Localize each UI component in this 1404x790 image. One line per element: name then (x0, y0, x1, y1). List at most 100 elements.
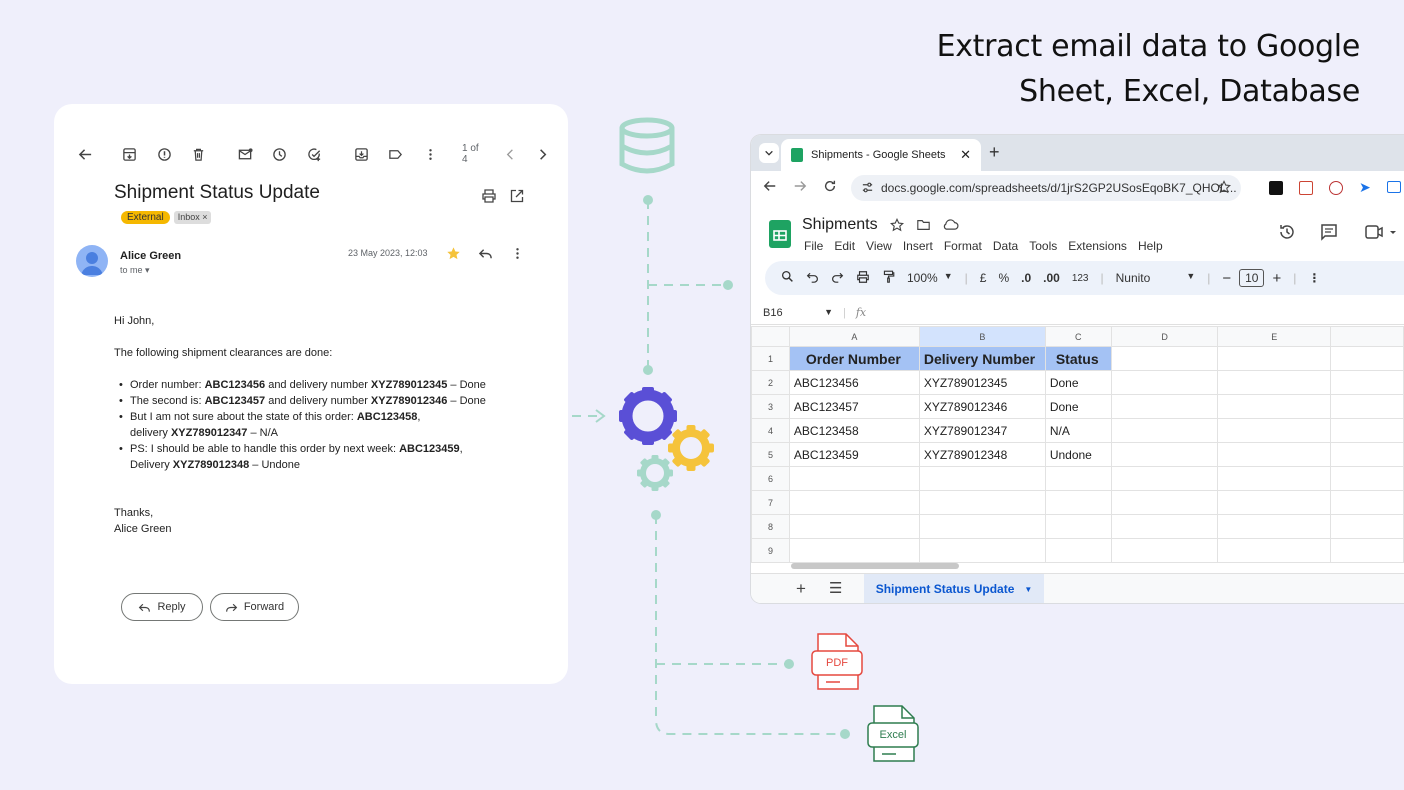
cell[interactable] (918, 490, 1046, 515)
mark-unread-icon[interactable] (235, 144, 255, 164)
cell[interactable] (918, 514, 1046, 539)
sender-name[interactable]: Alice Green (120, 250, 181, 262)
cell[interactable] (1330, 394, 1404, 419)
browser-tab[interactable]: Shipments - Google Sheets ✕ (781, 139, 981, 171)
menu-insert[interactable]: Insert (903, 239, 933, 253)
cell[interactable] (788, 490, 920, 515)
name-box[interactable]: B16 ▼ (751, 307, 833, 319)
cell[interactable] (1110, 394, 1219, 419)
new-tab-icon[interactable]: + (989, 142, 1000, 163)
label-icon[interactable] (386, 144, 406, 164)
number-format-button[interactable]: 123 (1072, 273, 1089, 284)
cell[interactable] (788, 538, 920, 563)
cell[interactable]: ABC123457 (788, 394, 920, 419)
column-header-c[interactable]: C (1044, 326, 1112, 347)
tab-search-icon[interactable] (759, 143, 779, 163)
cell[interactable] (1330, 418, 1404, 443)
cell[interactable]: ABC123458 (788, 418, 920, 443)
increase-font-size-button[interactable]: + (1272, 270, 1281, 287)
cell-header-status[interactable]: Status (1044, 346, 1112, 371)
cell[interactable] (1217, 538, 1332, 563)
menu-format[interactable]: Format (944, 239, 982, 253)
address-bar[interactable]: docs.google.com/spreadsheets/d/1jrS2GP2U… (851, 175, 1241, 201)
forward-button[interactable]: Forward (210, 593, 299, 621)
snooze-icon[interactable] (270, 144, 290, 164)
version-history-icon[interactable] (1278, 223, 1296, 246)
cell[interactable]: XYZ789012348 (918, 442, 1046, 467)
cell[interactable] (1110, 538, 1219, 563)
paint-format-icon[interactable] (882, 270, 895, 286)
browser-back-icon[interactable] (763, 179, 777, 198)
newer-chevron-icon[interactable] (501, 144, 521, 164)
select-all-corner[interactable] (751, 326, 790, 347)
extension-icon[interactable] (1299, 181, 1313, 195)
row-header[interactable]: 8 (751, 514, 790, 539)
message-more-icon[interactable] (510, 246, 525, 266)
more-options-icon[interactable]: ⋮ (1308, 271, 1320, 285)
cell[interactable] (1330, 346, 1404, 371)
horizontal-scrollbar[interactable] (791, 563, 959, 569)
cell[interactable] (918, 466, 1046, 491)
cell[interactable] (1330, 514, 1404, 539)
tag-inbox[interactable]: Inbox × (173, 211, 212, 224)
cell[interactable] (1110, 514, 1219, 539)
cell[interactable]: XYZ789012345 (918, 370, 1046, 395)
cell[interactable] (918, 538, 1046, 563)
tag-external[interactable]: External (121, 211, 170, 224)
column-header-e[interactable]: E (1217, 326, 1332, 347)
sheet-tab-dropdown-icon[interactable]: ▼ (1024, 585, 1032, 594)
cell[interactable] (1044, 514, 1112, 539)
column-header-b[interactable]: B (918, 326, 1046, 347)
cloud-status-icon[interactable] (942, 218, 959, 236)
meet-icon[interactable] (1364, 223, 1404, 246)
zoom-select[interactable]: 100% ▼ (907, 271, 953, 285)
sheet-tab[interactable]: Shipment Status Update ▼ (864, 574, 1044, 603)
cell[interactable] (1110, 466, 1219, 491)
cell[interactable] (1330, 442, 1404, 467)
cell[interactable] (1217, 466, 1332, 491)
extension-icon[interactable]: ➤ (1359, 179, 1371, 196)
cell[interactable]: Done (1044, 370, 1112, 395)
cell[interactable]: ABC123456 (788, 370, 920, 395)
cell[interactable]: Done (1044, 394, 1112, 419)
cell[interactable] (788, 466, 920, 491)
column-header-d[interactable]: D (1110, 326, 1219, 347)
cell[interactable] (1217, 490, 1332, 515)
cell-header-order[interactable]: Order Number (788, 346, 920, 371)
menu-extensions[interactable]: Extensions (1068, 239, 1127, 253)
menu-view[interactable]: View (866, 239, 892, 253)
cell[interactable] (1110, 418, 1219, 443)
site-settings-icon[interactable] (861, 181, 874, 197)
cell[interactable] (1217, 370, 1332, 395)
cell[interactable] (1217, 442, 1332, 467)
cell[interactable] (1044, 466, 1112, 491)
add-sheet-icon[interactable]: + (796, 579, 806, 599)
add-task-icon[interactable] (305, 144, 325, 164)
column-header-a[interactable]: A (788, 326, 920, 347)
row-header[interactable]: 7 (751, 490, 790, 515)
currency-format-button[interactable]: £ (980, 271, 987, 285)
cell[interactable] (1330, 538, 1404, 563)
cell[interactable] (788, 514, 920, 539)
reload-icon[interactable] (823, 179, 837, 198)
extension-icon[interactable] (1329, 181, 1343, 195)
cell[interactable]: XYZ789012347 (918, 418, 1046, 443)
cell[interactable] (1044, 538, 1112, 563)
row-header[interactable]: 9 (751, 538, 790, 563)
extension-icon[interactable] (1269, 181, 1283, 195)
cell[interactable] (1217, 346, 1332, 371)
print-icon[interactable] (481, 188, 497, 204)
cell[interactable] (1330, 466, 1404, 491)
row-header[interactable]: 1 (751, 346, 790, 371)
search-menus-icon[interactable] (781, 270, 794, 286)
menu-tools[interactable]: Tools (1029, 239, 1057, 253)
cell[interactable] (1330, 490, 1404, 515)
move-folder-icon[interactable] (916, 218, 931, 237)
close-tab-icon[interactable]: ✕ (960, 147, 971, 163)
cell[interactable]: ABC123459 (788, 442, 920, 467)
cell[interactable] (1217, 394, 1332, 419)
delete-icon[interactable] (189, 144, 209, 164)
cell[interactable] (1110, 490, 1219, 515)
comments-icon[interactable] (1320, 223, 1338, 246)
cell[interactable]: XYZ789012346 (918, 394, 1046, 419)
